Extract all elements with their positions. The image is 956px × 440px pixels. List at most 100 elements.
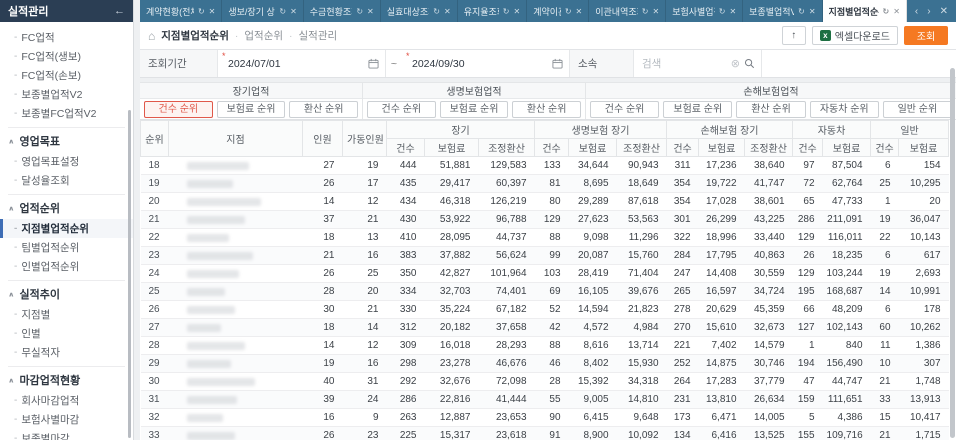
refresh-icon[interactable]: ↻ xyxy=(503,7,510,16)
tab[interactable]: 수금현황조회↻ ✕ xyxy=(304,0,381,22)
tab[interactable]: 지점별업적순위 ↻✕ xyxy=(822,0,907,22)
sidebar-section-header[interactable]: ∧ 영업목표 xyxy=(0,130,133,152)
calendar-icon[interactable] xyxy=(368,58,379,69)
rank-filter-button[interactable]: 환산 순위 xyxy=(736,100,806,118)
tab[interactable]: 보종별업적V2↻ ✕ xyxy=(743,0,823,22)
refresh-icon[interactable]: ↻ xyxy=(642,7,649,16)
close-icon[interactable]: ✕ xyxy=(809,7,816,16)
sidebar-section-header[interactable]: ∧ 업적순위 xyxy=(0,197,133,219)
close-icon[interactable]: ✕ xyxy=(729,7,736,16)
rank-filter-button[interactable]: 환산 순위 xyxy=(289,100,359,118)
tab[interactable]: 실효대상조회↻ ✕ xyxy=(381,0,458,22)
table-row[interactable]: 19 26 17 435 29,417 60,397 81 8,695 18,649 354 19,… xyxy=(140,174,949,193)
table-cell: 40 xyxy=(302,372,343,391)
query-button[interactable]: 조회 xyxy=(904,26,948,45)
breadcrumb-item[interactable]: 실적관리 xyxy=(299,28,338,43)
refresh-icon[interactable]: ↻ xyxy=(565,7,572,16)
close-icon[interactable]: ✕ xyxy=(652,7,659,16)
collapse-panel-button[interactable]: ↑ xyxy=(781,26,806,45)
sidebar-item[interactable]: - 인별 xyxy=(0,324,133,343)
sidebar-item[interactable]: - 지점별 xyxy=(0,305,133,324)
refresh-icon[interactable]: ↻ xyxy=(356,7,363,16)
table-row[interactable]: 31 39 24 286 22,816 41,444 55 9,005 14,810 231 13,… xyxy=(140,390,949,409)
date-from-input[interactable]: * 2024/07/01 xyxy=(218,50,386,77)
dept-search-input[interactable]: 검색 ⊗ xyxy=(634,50,762,77)
sidebar-item[interactable]: - 팀별업적순위 xyxy=(0,238,133,257)
close-icon[interactable]: ✕ xyxy=(367,7,374,16)
close-icon[interactable]: ✕ xyxy=(209,7,216,16)
breadcrumb-item[interactable]: 업적순위 xyxy=(244,28,283,43)
sidebar-item[interactable]: - FC업적(손보) xyxy=(0,66,133,85)
sidebar-section-header[interactable]: ∧ 마감업적현황 xyxy=(0,369,133,391)
sidebar-item[interactable]: - 지점별업적순위 xyxy=(0,219,133,238)
table-row[interactable]: 32 16 9 263 12,887 23,653 90 6,415 9,648 173 6,471… xyxy=(140,408,949,427)
sidebar-item[interactable]: - FC업적(생보) xyxy=(0,47,133,66)
tab[interactable]: 이관내역조회 ↻✕ xyxy=(589,0,667,22)
rank-filter-button[interactable]: 보험료 순위 xyxy=(663,100,733,118)
close-icon[interactable]: ✕ xyxy=(576,7,583,16)
rank-filter-button[interactable]: 보험료 순위 xyxy=(439,100,509,118)
tab[interactable]: 유지율조회 ↻✕ xyxy=(458,0,528,22)
sidebar-item[interactable]: - FC업적 xyxy=(0,28,133,47)
sidebar-item[interactable]: - 달성율조회 xyxy=(0,171,133,190)
tab[interactable]: 생보/장기 상세 ↻ ✕ xyxy=(222,0,304,22)
date-to-input[interactable]: * 2024/09/30 xyxy=(402,50,570,77)
table-cell: 51,881 xyxy=(424,156,479,175)
refresh-icon[interactable]: ↻ xyxy=(798,7,805,16)
sidebar-item[interactable]: - 회사마감업적 xyxy=(0,391,133,410)
refresh-icon[interactable]: ↻ xyxy=(279,7,286,16)
rank-filter-button[interactable]: 자동차 순위 xyxy=(809,100,879,118)
table-row[interactable]: 28 14 12 309 16,018 28,293 88 8,616 13,714 221 7,4… xyxy=(140,336,949,355)
table-row[interactable]: 27 18 14 312 20,182 37,658 42 4,572 4,984 270 15,6… xyxy=(140,318,949,337)
rank-filter-button[interactable]: 일반 순위 xyxy=(882,100,953,118)
sidebar-item[interactable]: - 영업목표설정 xyxy=(0,152,133,171)
close-icon[interactable]: ✕ xyxy=(893,7,900,16)
table-row[interactable]: 33 26 23 225 15,317 23,618 91 8,900 10,092 134 6,4… xyxy=(140,426,949,440)
refresh-icon[interactable]: ↻ xyxy=(198,7,205,16)
table-row[interactable]: 22 18 13 410 28,095 44,737 88 9,098 11,296 322 18,… xyxy=(140,228,949,247)
branch-cell xyxy=(168,228,303,247)
rank-filter-button[interactable]: 보험료 순위 xyxy=(216,100,286,118)
sidebar-item[interactable]: - 보종별업적V2 xyxy=(0,85,133,104)
rank-filter-button[interactable]: 건수 순위 xyxy=(144,100,213,118)
table-row[interactable]: 23 21 16 383 37,882 56,624 99 20,087 15,760 284 17… xyxy=(140,246,949,265)
excel-download-button[interactable]: x 엑셀다운로드 xyxy=(811,26,898,45)
table-row[interactable]: 24 26 25 350 42,827 101,964 103 28,419 71,404 247… xyxy=(140,264,949,283)
refresh-icon[interactable]: ↻ xyxy=(883,7,890,16)
table-scrollbar-thumb[interactable] xyxy=(950,68,955,438)
table-row[interactable]: 18 27 19 444 51,881 129,583 133 34,644 90,943 311… xyxy=(140,156,949,175)
table-row[interactable]: 25 28 20 334 32,703 74,401 69 16,105 39,676 265 16… xyxy=(140,282,949,301)
close-icon[interactable]: ✕ xyxy=(290,7,297,16)
tab-next-icon[interactable]: › xyxy=(927,6,930,17)
sidebar-item[interactable]: - 인별업적순위 xyxy=(0,257,133,276)
rank-filter-button[interactable]: 건수 순위 xyxy=(590,100,660,118)
sidebar-item[interactable]: - 보종별FC업적V2 xyxy=(0,104,133,123)
table-row[interactable]: 29 19 16 298 23,278 46,676 46 8,402 15,930 252 14,… xyxy=(140,354,949,373)
table-row[interactable]: 20 14 12 434 46,318 126,219 80 29,289 87,618 354 1… xyxy=(140,192,949,211)
calendar-icon[interactable] xyxy=(552,58,563,69)
table-cell: 88 xyxy=(534,336,569,355)
search-icon[interactable] xyxy=(744,58,755,69)
refresh-icon[interactable]: ↻ xyxy=(719,7,726,16)
sidebar-scrollbar-thumb[interactable] xyxy=(128,110,131,438)
tab[interactable]: 보험사별업적 ↻✕ xyxy=(666,0,744,22)
sidebar-item[interactable]: - 보험사별마감 xyxy=(0,410,133,429)
rank-filter-button[interactable]: 환산 순위 xyxy=(512,100,582,118)
rank-filter-button[interactable]: 건수 순위 xyxy=(367,100,436,118)
refresh-icon[interactable]: ↻ xyxy=(433,7,440,16)
sidebar-section-header[interactable]: ∧ 실적추이 xyxy=(0,283,133,305)
tab[interactable]: 계약이관 ↻ ✕ xyxy=(527,0,590,22)
sidebar-item[interactable]: - 보종별마감 xyxy=(0,429,133,440)
sidebar-collapse-icon[interactable]: ← xyxy=(114,5,125,17)
clear-icon[interactable]: ⊗ xyxy=(731,57,740,70)
tab[interactable]: 계약현황(전체) ↻ ✕ xyxy=(140,0,223,22)
close-icon[interactable]: ✕ xyxy=(444,7,451,16)
sidebar-item[interactable]: - 무실적자 xyxy=(0,343,133,362)
tab-prev-icon[interactable]: ‹ xyxy=(915,6,918,17)
table-row[interactable]: 26 30 21 330 35,224 67,182 52 14,594 21,823 278 20… xyxy=(140,300,949,319)
close-icon[interactable]: ✕ xyxy=(513,7,520,16)
table-row[interactable]: 21 37 21 430 53,922 96,788 129 27,623 53,563 301 2… xyxy=(140,210,949,229)
tab-close-all-icon[interactable]: ✕ xyxy=(940,6,948,17)
required-mark: * xyxy=(222,51,226,61)
table-row[interactable]: 30 40 31 292 32,676 72,098 28 15,392 34,318 264 17… xyxy=(140,372,949,391)
